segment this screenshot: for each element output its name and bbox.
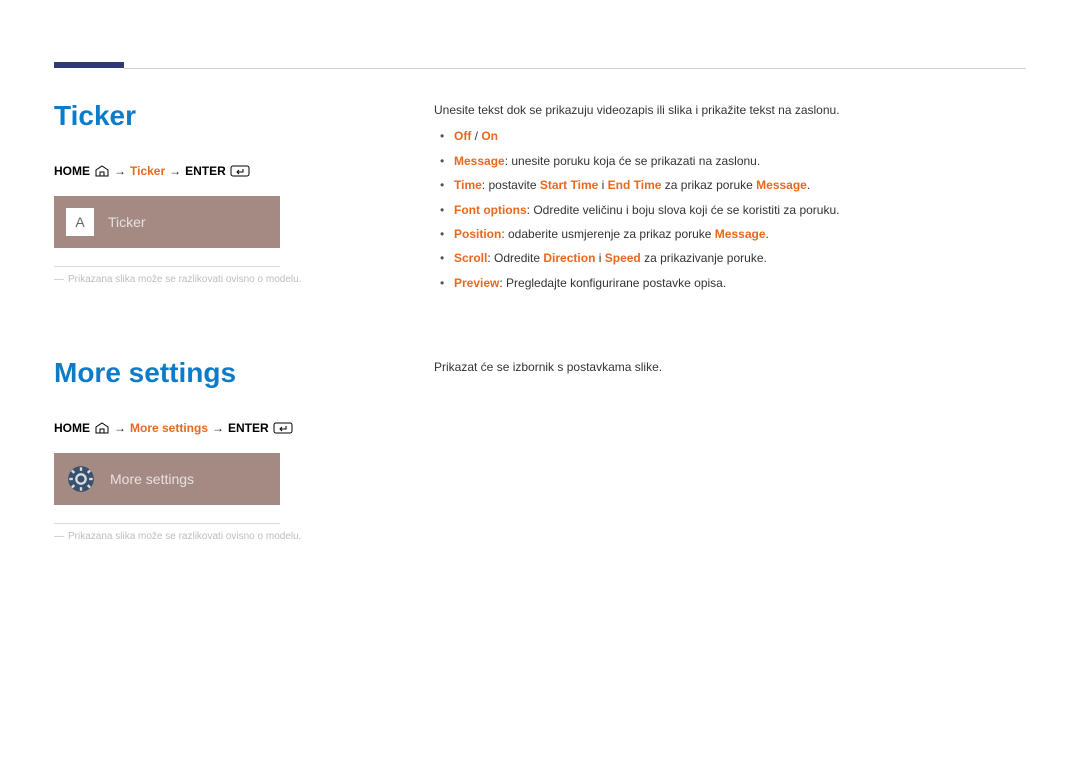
preview-key: Preview: [454, 276, 499, 290]
off-label: Off: [454, 129, 471, 143]
position-msg: Message: [715, 227, 766, 241]
bullet-position: Position: odaberite usmjerenje za prikaz…: [438, 224, 1026, 244]
ticker-thumb-icon: A: [66, 208, 94, 236]
time-post: za prikaz poruke: [661, 178, 756, 192]
note-text: Prikazana slika može se razlikovati ovis…: [68, 274, 301, 285]
font-rest: : Odredite veličinu i boju slova koji će…: [527, 203, 840, 217]
header-accent-bar: [54, 62, 124, 68]
scroll-pre: : Odredite: [487, 251, 543, 265]
section-more-settings: More settings HOME → More settings → ENT…: [54, 357, 1026, 544]
time-dot: .: [807, 178, 810, 192]
ticker-title: Ticker: [54, 100, 374, 132]
breadcrumb-more-settings: More settings: [130, 421, 208, 435]
breadcrumb-ticker: Ticker: [130, 164, 165, 178]
time-i: i: [598, 178, 607, 192]
bullet-preview: Preview: Pregledajte konfigurirane posta…: [438, 273, 1026, 293]
position-dot: .: [766, 227, 769, 241]
enter-icon: [273, 422, 293, 434]
arrow-icon: →: [114, 421, 126, 435]
ticker-breadcrumb: HOME → Ticker → ENTER: [54, 164, 374, 178]
time-msg: Message: [756, 178, 807, 192]
more-settings-thumb-label: More settings: [110, 471, 194, 487]
scroll-post: za prikazivanje poruke.: [641, 251, 767, 265]
ticker-thumb-label: Ticker: [108, 214, 146, 230]
breadcrumb-enter: ENTER: [228, 421, 269, 435]
scroll-i: i: [595, 251, 604, 265]
scroll-dir: Direction: [543, 251, 595, 265]
start-time: Start Time: [540, 178, 598, 192]
position-key: Position: [454, 227, 501, 241]
bullet-message: Message: unesite poruku koja će se prika…: [438, 151, 1026, 171]
ticker-intro: Unesite tekst dok se prikazuju videozapi…: [434, 100, 1026, 120]
message-rest: : unesite poruku koja će se prikazati na…: [505, 154, 760, 168]
ticker-description: Unesite tekst dok se prikazuju videozapi…: [394, 100, 1026, 297]
breadcrumb-home: HOME: [54, 421, 90, 435]
gear-icon: [66, 464, 96, 494]
breadcrumb-home: HOME: [54, 164, 90, 178]
more-settings-thumbnail: More settings: [54, 453, 280, 505]
font-key: Font options: [454, 203, 527, 217]
time-pre: : postavite: [482, 178, 540, 192]
separator: [54, 523, 280, 524]
arrow-icon: →: [212, 421, 224, 435]
dash-icon: ―: [54, 531, 64, 542]
home-icon: [94, 422, 110, 434]
ticker-note: ― Prikazana slika može se razlikovati ovi…: [54, 273, 374, 287]
header-rule: [124, 68, 1026, 69]
time-key: Time: [454, 178, 482, 192]
ticker-thumbnail: A Ticker: [54, 196, 280, 248]
more-settings-note: ― Prikazana slika može se razlikovati ovi…: [54, 530, 374, 544]
enter-icon: [230, 165, 250, 177]
note-text: Prikazana slika može se razlikovati ovis…: [68, 531, 301, 542]
bullet-off-on: Off / On: [438, 126, 1026, 146]
bullet-time: Time: postavite Start Time i End Time za…: [438, 175, 1026, 195]
dash-icon: ―: [54, 274, 64, 285]
sep: /: [471, 129, 481, 143]
arrow-icon: →: [169, 164, 181, 178]
arrow-icon: →: [114, 164, 126, 178]
end-time: End Time: [608, 178, 662, 192]
more-settings-intro: Prikazat će se izbornik s postavkama sli…: [434, 357, 1026, 377]
section-ticker: Ticker HOME → Ticker → ENTER: [54, 100, 1026, 297]
on-label: On: [481, 129, 498, 143]
breadcrumb-enter: ENTER: [185, 164, 226, 178]
more-settings-title: More settings: [54, 357, 374, 389]
bullet-font: Font options: Odredite veličinu i boju s…: [438, 200, 1026, 220]
separator: [54, 266, 280, 267]
preview-rest: : Pregledajte konfigurirane postavke opi…: [499, 276, 726, 290]
more-settings-description: Prikazat će se izbornik s postavkama sli…: [394, 357, 1026, 544]
bullet-scroll: Scroll: Odredite Direction i Speed za pr…: [438, 248, 1026, 268]
scroll-spd: Speed: [605, 251, 641, 265]
scroll-key: Scroll: [454, 251, 487, 265]
message-key: Message: [454, 154, 505, 168]
home-icon: [94, 165, 110, 177]
more-settings-breadcrumb: HOME → More settings → ENTER: [54, 421, 374, 435]
position-pre: : odaberite usmjerenje za prikaz poruke: [501, 227, 714, 241]
